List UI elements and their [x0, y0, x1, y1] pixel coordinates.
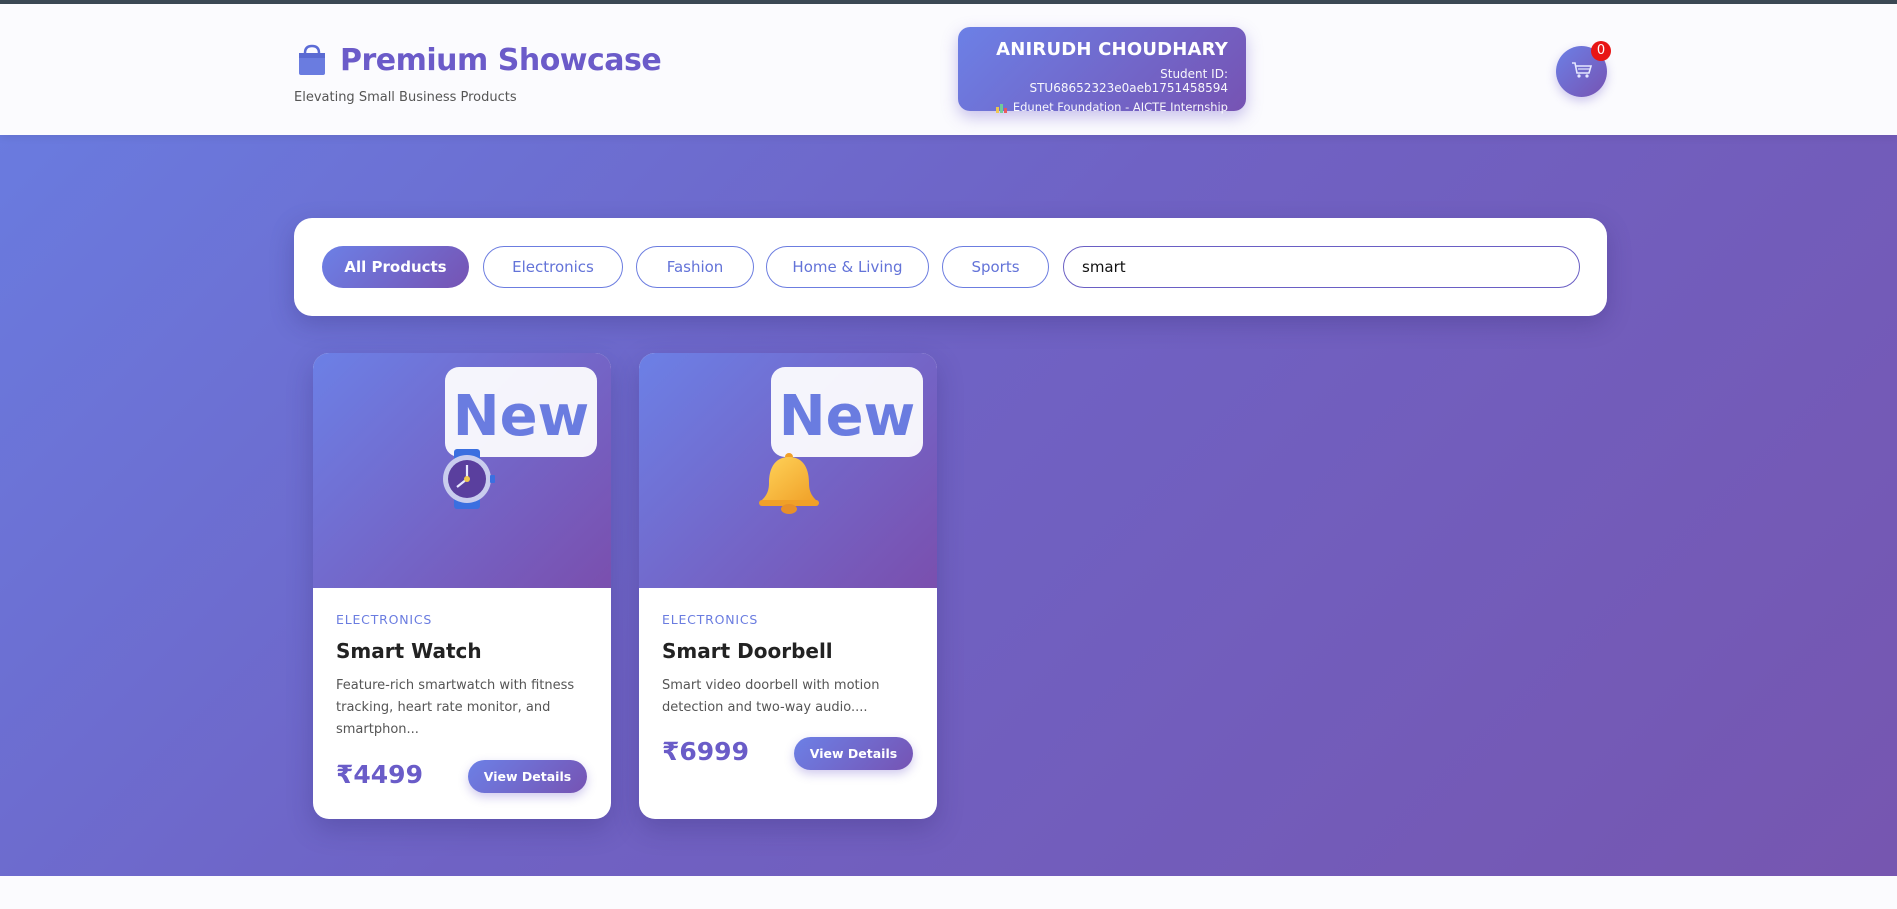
product-card[interactable]: New ELECTRONICS Smart Watch Feature-rich…	[313, 353, 611, 819]
product-description: Feature-rich smartwatch with fitness tra…	[336, 678, 575, 737]
filter-sports[interactable]: Sports	[942, 246, 1049, 288]
student-info-card: ANIRUDH CHOUDHARY Student ID: STU6865232…	[958, 27, 1246, 114]
view-details-button[interactable]: View Details	[468, 760, 587, 793]
student-name: ANIRUDH CHOUDHARY	[996, 39, 1228, 60]
product-title: Smart Doorbell	[662, 639, 833, 663]
cart-icon	[1571, 61, 1593, 83]
shopping-bag-icon	[294, 42, 330, 78]
filter-all-products[interactable]: All Products	[322, 246, 469, 288]
brand-subtitle: Elevating Small Business Products	[294, 90, 517, 105]
bell-icon	[749, 443, 821, 515]
student-org-text: Edunet Foundation - AICTE Internship	[1012, 100, 1228, 114]
product-card[interactable]: New ELECTRONICS Smart Doorbell Smart vid…	[639, 353, 937, 819]
brand-title: Premium Showcase	[340, 42, 662, 78]
site-header: Premium Showcase Elevating Small Busines…	[0, 4, 1897, 135]
product-price: ₹4499	[336, 760, 423, 789]
student-id: Student ID: STU68652323e0aeb1751458594	[1029, 67, 1228, 95]
view-details-button[interactable]: View Details	[794, 737, 913, 770]
cart-button[interactable]: 0	[1556, 41, 1611, 97]
product-title: Smart Watch	[336, 639, 482, 663]
filter-home-living[interactable]: Home & Living	[766, 246, 929, 288]
product-image: New	[313, 353, 611, 588]
product-description: Smart video doorbell with motion detecti…	[662, 678, 880, 715]
footer	[0, 876, 1897, 909]
watch-icon	[431, 443, 503, 515]
product-info: ELECTRONICS Smart Doorbell Smart video d…	[639, 588, 937, 819]
main-content: All Products Electronics Fashion Home & …	[0, 135, 1897, 876]
product-category: ELECTRONICS	[336, 612, 433, 627]
filter-electronics[interactable]: Electronics	[483, 246, 623, 288]
product-image: New	[639, 353, 937, 588]
chart-icon	[995, 102, 1007, 113]
search-input[interactable]	[1063, 246, 1580, 288]
brand[interactable]: Premium Showcase Elevating Small Busines…	[294, 42, 662, 106]
product-info: ELECTRONICS Smart Watch Feature-rich sma…	[313, 588, 611, 819]
cart-count-badge: 0	[1591, 41, 1611, 61]
product-category: ELECTRONICS	[662, 612, 759, 627]
filter-bar: All Products Electronics Fashion Home & …	[294, 218, 1607, 316]
filter-fashion[interactable]: Fashion	[636, 246, 754, 288]
product-price: ₹6999	[662, 737, 749, 766]
student-org: Edunet Foundation - AICTE Internship	[968, 100, 1228, 114]
